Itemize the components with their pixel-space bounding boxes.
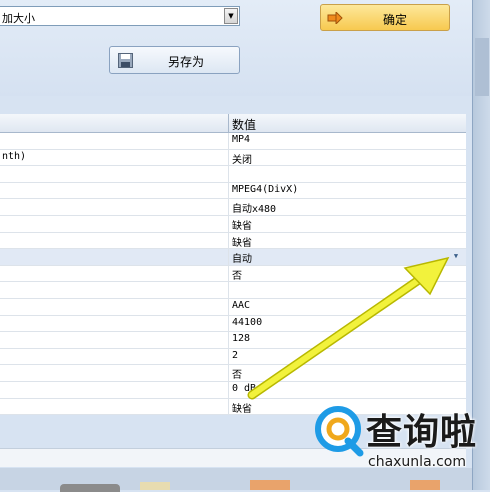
- magnifier-q-icon: [315, 406, 364, 457]
- watermark-title: 查询啦: [366, 412, 478, 453]
- watermark-url: chaxunla.com: [368, 454, 466, 470]
